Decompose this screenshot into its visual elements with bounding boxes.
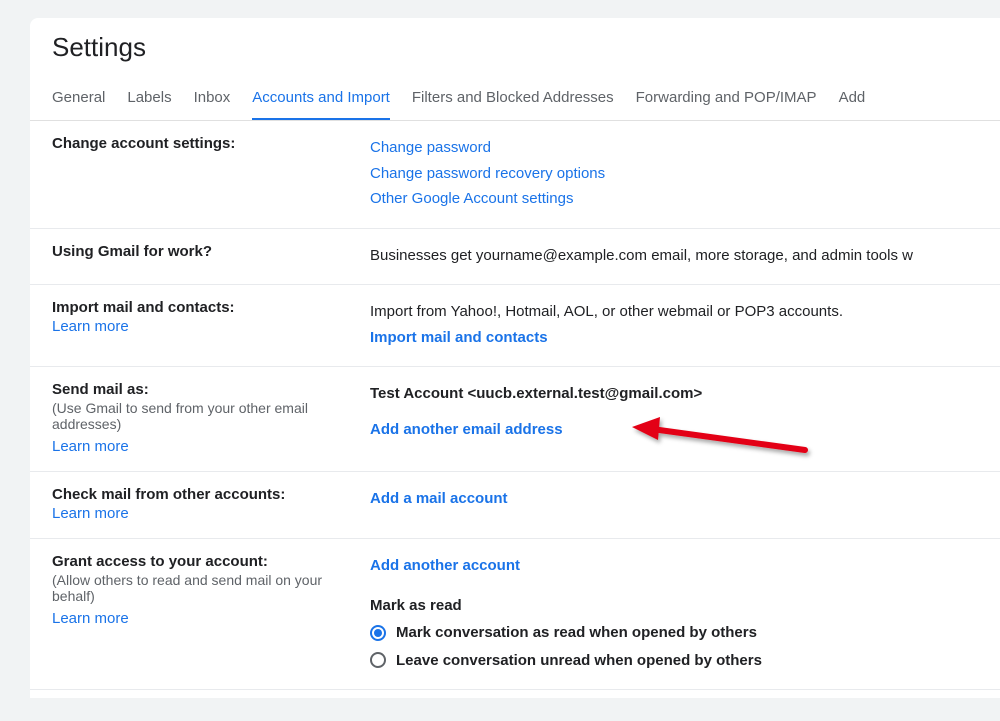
work-description: Businesses get yourname@example.com emai… [370,243,978,269]
radio-row-mark-read[interactable]: Mark conversation as read when opened by… [370,620,978,646]
import-description: Import from Yahoo!, Hotmail, AOL, or oth… [370,299,978,325]
tab-addons[interactable]: Add [839,81,866,120]
settings-tabs: General Labels Inbox Accounts and Import… [30,69,1000,121]
tab-forwarding[interactable]: Forwarding and POP/IMAP [636,81,817,120]
link-change-recovery-options[interactable]: Change password recovery options [370,161,978,187]
link-add-another-email-address[interactable]: Add another email address [370,417,978,443]
section-subtitle: (Use Gmail to send from your other email… [52,400,358,432]
link-learn-more[interactable]: Learn more [52,505,129,522]
section-using-gmail-for-work: Using Gmail for work? Businesses get you… [30,229,1000,286]
link-learn-more[interactable]: Learn more [52,610,129,627]
link-learn-more[interactable]: Learn more [52,318,129,335]
section-send-mail-as: Send mail as: (Use Gmail to send from yo… [30,367,1000,472]
section-import-mail-and-contacts: Import mail and contacts: Learn more Imp… [30,285,1000,367]
link-change-password[interactable]: Change password [370,135,978,161]
section-title: Using Gmail for work? [52,243,358,260]
section-check-mail-other-accounts: Check mail from other accounts: Learn mo… [30,472,1000,539]
link-other-account-settings[interactable]: Other Google Account settings [370,186,978,212]
link-add-mail-account[interactable]: Add a mail account [370,486,978,512]
radio-button-icon[interactable] [370,652,386,668]
radio-row-leave-unread[interactable]: Leave conversation unread when opened by… [370,648,978,674]
tab-labels[interactable]: Labels [127,81,171,120]
radio-button-icon[interactable] [370,625,386,641]
mark-as-read-label: Mark as read [370,593,978,619]
link-import-mail-and-contacts[interactable]: Import mail and contacts [370,325,978,351]
tab-general[interactable]: General [52,81,105,120]
radio-label: Leave conversation unread when opened by… [396,648,762,674]
page-title: Settings [30,18,1000,69]
section-title: Change account settings: [52,135,358,152]
section-title: Grant access to your account: [52,553,358,570]
section-change-account-settings: Change account settings: Change password… [30,121,1000,229]
section-title: Send mail as: [52,381,358,398]
tab-accounts-and-import[interactable]: Accounts and Import [252,81,390,121]
section-title: Import mail and contacts: [52,299,358,316]
section-grant-access: Grant access to your account: (Allow oth… [30,539,1000,690]
tab-filters[interactable]: Filters and Blocked Addresses [412,81,614,120]
section-subtitle: (Allow others to read and send mail on y… [52,572,358,604]
send-as-account: Test Account <uucb.external.test@gmail.c… [370,381,978,407]
settings-panel: Settings General Labels Inbox Accounts a… [30,18,1000,698]
link-add-another-account[interactable]: Add another account [370,553,978,579]
link-learn-more[interactable]: Learn more [52,438,129,455]
tab-inbox[interactable]: Inbox [194,81,231,120]
section-title: Check mail from other accounts: [52,486,358,503]
radio-label: Mark conversation as read when opened by… [396,620,757,646]
